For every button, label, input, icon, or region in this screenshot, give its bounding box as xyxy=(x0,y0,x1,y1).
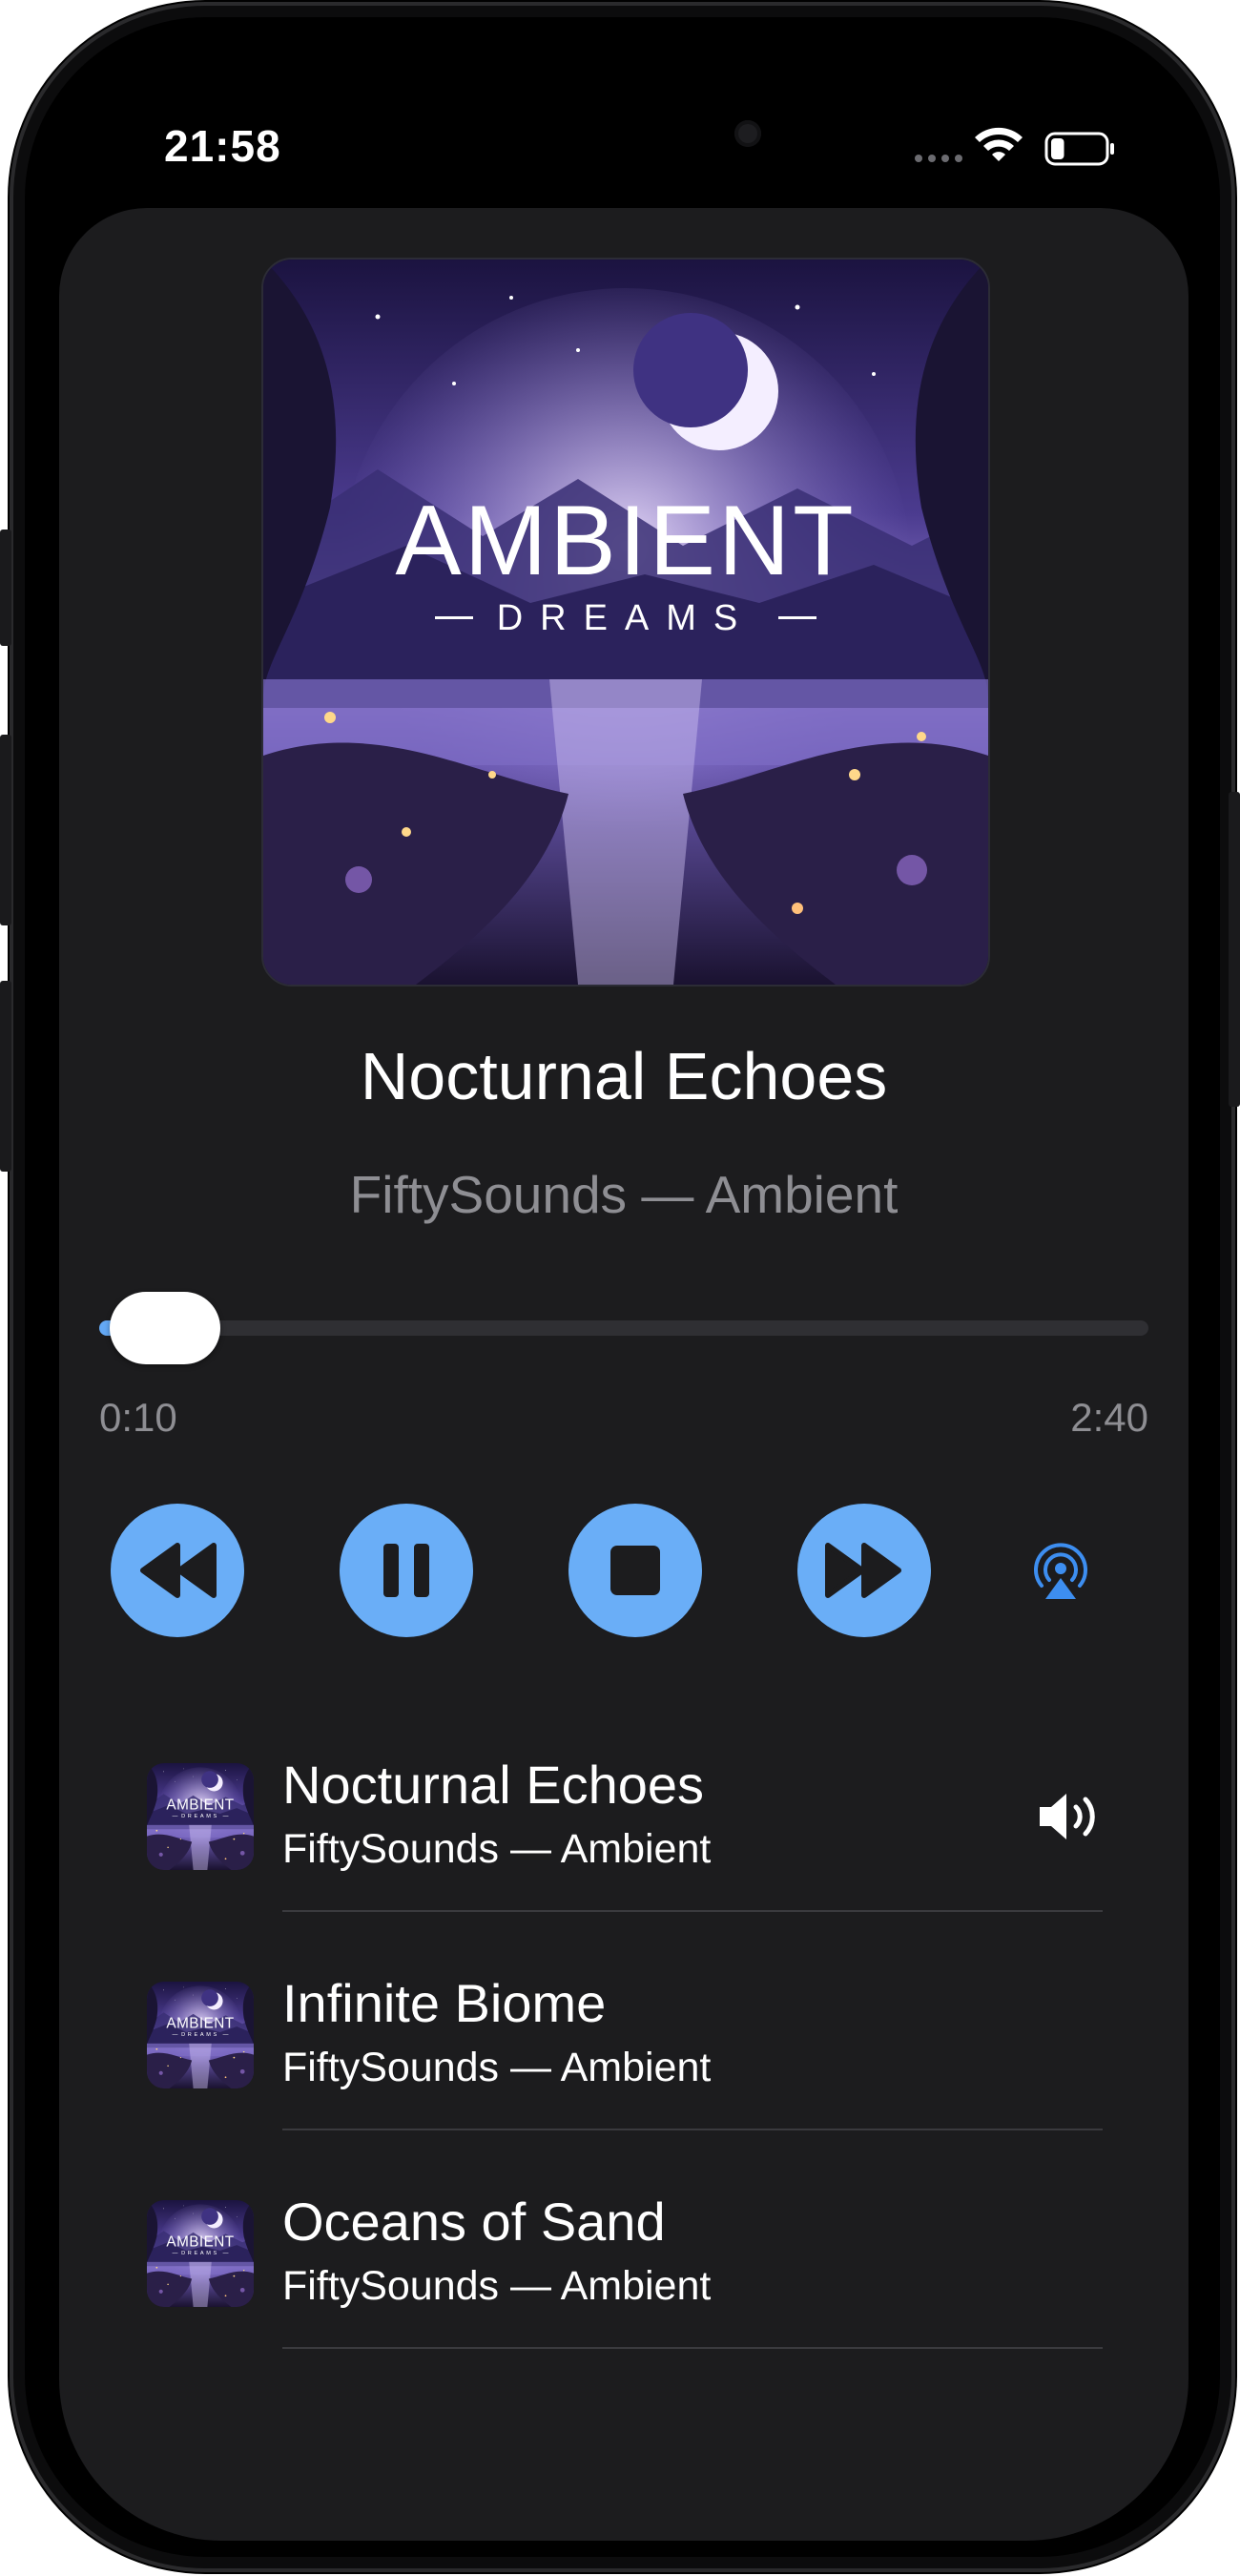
fast-forward-button[interactable] xyxy=(797,1504,931,1637)
pause-icon xyxy=(383,1544,429,1597)
rewind-icon xyxy=(140,1543,217,1598)
status-icons xyxy=(911,122,1121,170)
playlist-item-artwork xyxy=(147,1763,254,1870)
total-time: 2:40 xyxy=(1070,1395,1148,1440)
speaker-icon xyxy=(1040,1794,1095,1839)
playlist: Nocturnal Echoes FiftySounds — Ambient I… xyxy=(147,1746,1158,2401)
elapsed-time: 0:10 xyxy=(99,1395,177,1440)
pause-button[interactable] xyxy=(340,1504,473,1637)
volume-down-button xyxy=(0,981,11,1172)
player-sheet: Nocturnal Echoes FiftySounds — Ambient 0… xyxy=(59,208,1188,2541)
playlist-item-artwork xyxy=(147,1982,254,2088)
playlist-item-artwork xyxy=(147,2200,254,2307)
playlist-item-subtitle: FiftySounds — Ambient xyxy=(282,1826,712,1872)
airplay-button[interactable] xyxy=(1030,1542,1091,1603)
stop-icon xyxy=(610,1546,660,1595)
progress-slider[interactable] xyxy=(99,1292,1148,1364)
wifi-icon xyxy=(975,127,1023,161)
rewind-button[interactable] xyxy=(111,1504,244,1637)
playlist-item-subtitle: FiftySounds — Ambient xyxy=(282,2045,712,2090)
playlist-item[interactable]: Oceans of Sand FiftySounds — Ambient xyxy=(147,2183,1158,2401)
progress-thumb[interactable] xyxy=(109,1292,220,1364)
playlist-item-title: Infinite Biome xyxy=(282,1973,607,2033)
playlist-item-subtitle: FiftySounds — Ambient xyxy=(282,2263,712,2309)
playlist-item[interactable]: Nocturnal Echoes FiftySounds — Ambient xyxy=(147,1746,1158,1964)
playlist-item-title: Nocturnal Echoes xyxy=(282,1755,705,1815)
airplay-icon xyxy=(1034,1543,1087,1599)
playlist-divider xyxy=(282,2347,1103,2349)
playlist-divider xyxy=(282,1910,1103,1912)
playlist-divider xyxy=(282,2129,1103,2130)
playback-controls xyxy=(59,1504,1188,1637)
track-title: Nocturnal Echoes xyxy=(360,1039,888,1113)
signal-dots-icon xyxy=(915,155,962,162)
now-playing-indicator xyxy=(1034,1786,1103,1847)
front-camera xyxy=(734,120,761,147)
status-bar: 21:58 xyxy=(0,0,1240,200)
playlist-item[interactable]: Infinite Biome FiftySounds — Ambient xyxy=(147,1964,1158,2183)
fast-forward-icon xyxy=(825,1543,901,1598)
track-artist: FiftySounds — Ambient xyxy=(349,1165,899,1224)
stop-button[interactable] xyxy=(568,1504,702,1637)
power-button xyxy=(1229,792,1240,1107)
battery-icon xyxy=(1044,132,1114,166)
status-time: 21:58 xyxy=(164,121,281,171)
volume-up-button xyxy=(0,735,11,925)
playlist-item-title: Oceans of Sand xyxy=(282,2192,666,2252)
mute-switch xyxy=(0,530,11,646)
album-art-ambient-dreams xyxy=(263,260,988,985)
album-artwork xyxy=(261,258,990,987)
